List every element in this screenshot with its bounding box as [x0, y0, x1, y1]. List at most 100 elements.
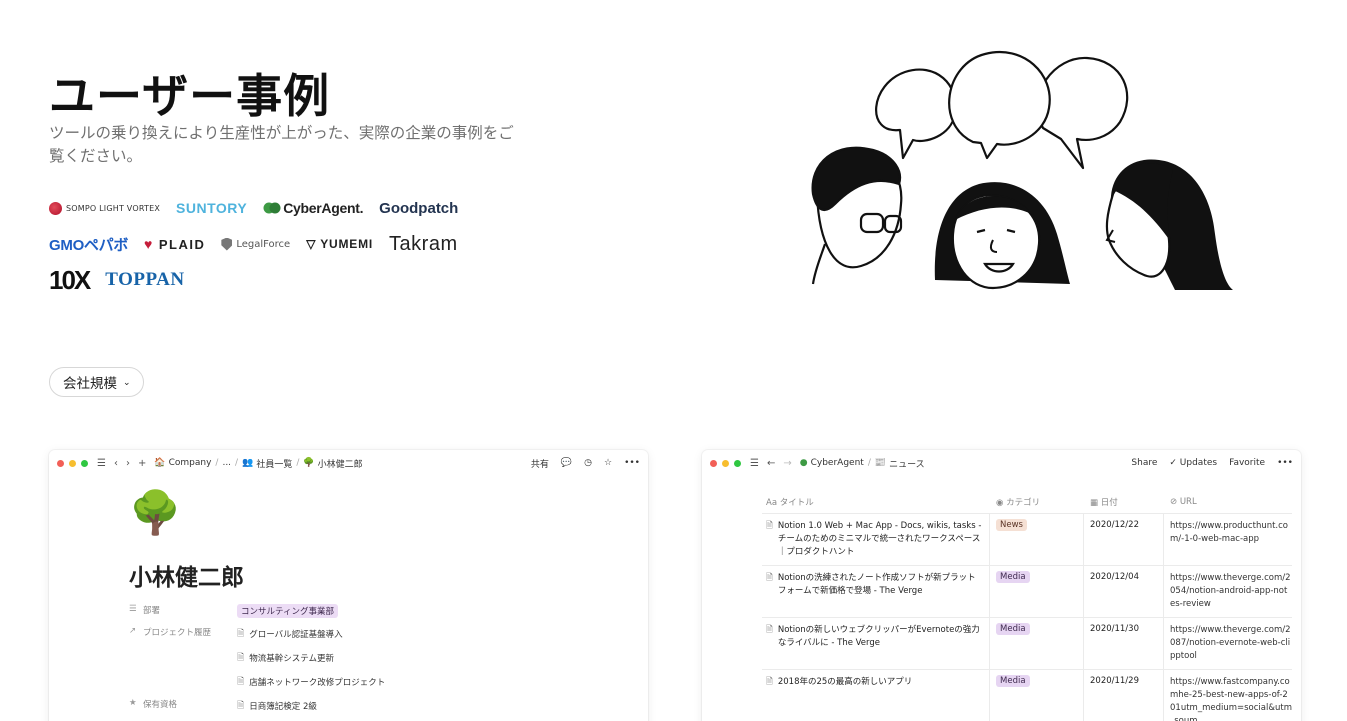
toolbar-actions: 共有 💬 ◷ ☆ ••• [531, 457, 640, 470]
person-center [934, 182, 1070, 290]
category-tag: Media [996, 623, 1030, 635]
person-right [1105, 159, 1233, 290]
document-icon: 🗎 [766, 625, 773, 635]
yumemi-mark-icon: ▽ [306, 237, 317, 251]
company-emoji-icon: 🏠 [154, 458, 166, 468]
plaid-heart-icon: ♥ [144, 236, 154, 252]
column-date[interactable]: ▦ 日付 [1084, 496, 1164, 508]
column-url[interactable]: ⊘ URL [1164, 497, 1292, 507]
comment-icon[interactable]: 💬 [561, 458, 572, 468]
document-icon: 🗎 [237, 701, 245, 711]
sompo-mark-icon [49, 201, 62, 215]
category-tag: Media [996, 675, 1030, 687]
page-title: ユーザー事例 [49, 69, 331, 123]
star-icon: ★ [129, 698, 137, 708]
select-type-icon: ◉ [996, 497, 1007, 508]
logo-legalforce: LegalForce [221, 237, 290, 251]
project-link[interactable]: 🗎 物流基幹システム更新 [237, 650, 385, 666]
cyberagent-mark-icon: ● [799, 458, 808, 468]
document-icon: 🗎 [237, 629, 245, 639]
property-certifications: ★ 保有資格 🗎 日商簿記検定 2級 [129, 698, 317, 714]
case-study-card-news-database[interactable]: ☰ ← → ● CyberAgent / 📰 ニュース Share ✓ Upda… [702, 450, 1301, 721]
window-toolbar: ☰ ← → ● CyberAgent / 📰 ニュース Share ✓ Upda… [702, 450, 1301, 476]
speech-bubble-center [948, 51, 1051, 160]
forward-arrow-icon[interactable]: → [783, 458, 791, 469]
breadcrumb: 🏠 Company / ... / 👥 社員一覧 / 🌳 小林健二郎 [154, 457, 363, 470]
close-window-button[interactable] [57, 459, 64, 467]
logo-goodpatch: Goodpatch [379, 199, 459, 217]
project-link[interactable]: 🗎 店舗ネットワーク改修プロジェクト [237, 674, 385, 690]
property-department: ☰ 部署 コンサルティング事業部 [129, 604, 385, 618]
back-arrow-icon[interactable]: ← [767, 458, 775, 469]
minimize-window-button[interactable] [69, 459, 76, 467]
page-emoji-icon: 🌳 [129, 488, 182, 537]
logo-row-2: GMOペパボ ♥ PLAID LegalForce ▽ YUMEMI Takram [49, 226, 539, 262]
logo-10x: 10X [49, 264, 91, 295]
case-study-card-notion-profile[interactable]: ☰ ‹ › + 🏠 Company / ... / 👥 社員一覧 / 🌳 小林健… [49, 450, 648, 721]
window-toolbar: ☰ ‹ › + 🏠 Company / ... / 👥 社員一覧 / 🌳 小林健… [49, 450, 648, 476]
url-link[interactable]: https://www.theverge.com/2087/notion-eve… [1170, 624, 1292, 663]
maximize-window-button[interactable] [734, 459, 741, 467]
breadcrumb-company[interactable]: Company [169, 458, 212, 468]
document-icon: 🗎 [237, 653, 245, 663]
favorite-button[interactable]: Favorite [1229, 458, 1265, 468]
company-size-filter[interactable]: 会社規模 ⌄ [49, 367, 144, 397]
logo-cyberagent: CyberAgent. [263, 200, 363, 216]
close-window-button[interactable] [710, 459, 717, 467]
forward-icon[interactable]: › [126, 458, 130, 469]
page-properties: ☰ 部署 コンサルティング事業部 ↗ プロジェクト履歴 🗎 グローバル認証基盤導入 🗎… [129, 604, 385, 721]
more-icon[interactable]: ••• [1277, 458, 1293, 468]
table-header: Aa タイトル ◉ カテゴリ ▦ 日付 ⊘ URL [762, 490, 1292, 514]
url-link[interactable]: https://www.fastcompany.comhe-25-best-ne… [1170, 676, 1292, 721]
breadcrumb-person[interactable]: 小林健二郎 [318, 457, 363, 470]
table-row[interactable]: 🗎 2018年の25の最高の新しいアプリ Media 2020/11/29 htt… [762, 670, 1292, 721]
chevron-down-icon: ⌄ [123, 376, 131, 387]
breadcrumb-workspace[interactable]: CyberAgent [811, 458, 864, 468]
minimize-window-button[interactable] [722, 459, 729, 467]
list-icon: ☰ [129, 604, 137, 614]
category-tag: Media [996, 571, 1030, 583]
breadcrumb-employee-list[interactable]: 社員一覧 [256, 457, 292, 470]
share-button[interactable]: 共有 [531, 457, 549, 470]
logo-takram: Takram [389, 232, 458, 255]
toolbar-actions: Share ✓ Updates Favorite ••• [1131, 458, 1293, 468]
relation-arrow-icon: ↗ [129, 626, 137, 636]
person-left [811, 146, 903, 285]
logo-plaid: ♥ PLAID [144, 236, 206, 252]
url-link[interactable]: https://www.producthunt.com/-1-0-web-mac… [1170, 520, 1292, 546]
url-link[interactable]: https://www.theverge.com/2054/notion-and… [1170, 572, 1292, 611]
speech-bubble-right [1036, 56, 1129, 170]
breadcrumb-ellipsis[interactable]: ... [222, 458, 231, 468]
share-button[interactable]: Share [1131, 458, 1157, 468]
favorite-star-icon[interactable]: ☆ [604, 458, 612, 468]
table-row[interactable]: 🗎 Notion 1.0 Web + Mac App - Docs, wikis,… [762, 514, 1292, 566]
more-icon[interactable]: ••• [624, 458, 640, 468]
filter-label: 会社規模 [63, 376, 117, 391]
people-talking-illustration [811, 51, 1233, 290]
cyberagent-mark-icon [263, 202, 281, 214]
project-link[interactable]: 🗎 グローバル認証基盤導入 [237, 626, 385, 642]
link-icon: ⊘ [1170, 496, 1180, 507]
logo-toppan: TOPPAN [105, 269, 185, 290]
history-icon[interactable]: ◷ [584, 458, 592, 468]
table-row[interactable]: 🗎 Notionの新しいウェブクリッパーがEvernoteの強力なライバルに - … [762, 618, 1292, 670]
breadcrumb-news[interactable]: ニュース [889, 457, 925, 470]
newspaper-emoji-icon: 📰 [874, 458, 887, 468]
maximize-window-button[interactable] [81, 459, 88, 467]
updates-button[interactable]: ✓ Updates [1169, 458, 1217, 468]
certification-link[interactable]: 🗎 日商簿記検定 2級 [237, 698, 317, 714]
add-icon[interactable]: + [138, 458, 146, 469]
check-icon: ✓ [1169, 458, 1180, 468]
column-title[interactable]: Aa タイトル [762, 496, 990, 508]
property-project-history: ↗ プロジェクト履歴 🗎 グローバル認証基盤導入 🗎 物流基幹システム更新 🗎 店舗ネッ… [129, 626, 386, 690]
department-tag[interactable]: コンサルティング事業部 [237, 604, 338, 618]
table-row[interactable]: 🗎 Notionの洗練されたノート作成ソフトが新プラットフォームで新価格で登場 -… [762, 566, 1292, 618]
menu-icon[interactable]: ☰ [750, 458, 759, 469]
back-icon[interactable]: ‹ [114, 458, 118, 469]
logo-suntory: SUNTORY [176, 200, 248, 216]
logo-sompo: SOMPO LIGHT VORTEX [49, 201, 160, 215]
menu-icon[interactable]: ☰ [97, 458, 106, 469]
speech-bubble-left [875, 68, 957, 160]
customer-logos: SOMPO LIGHT VORTEX SUNTORY CyberAgent. G… [49, 190, 539, 298]
column-category[interactable]: ◉ カテゴリ [990, 496, 1084, 508]
